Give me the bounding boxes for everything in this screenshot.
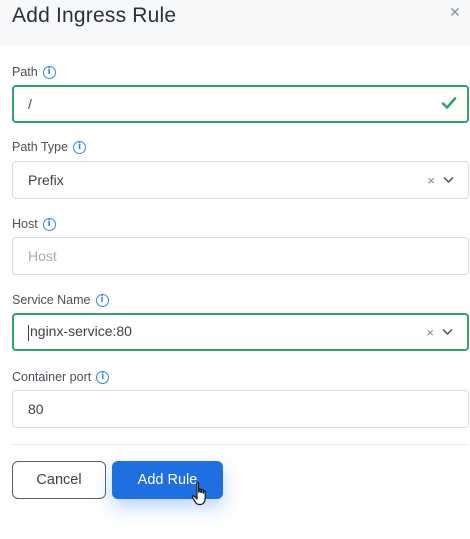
- info-icon[interactable]: i: [96, 370, 110, 384]
- path-type-value: Prefix: [28, 172, 64, 188]
- select-controls: ×: [427, 162, 454, 198]
- host-label-text: Host: [12, 217, 38, 231]
- service-name-value: nginx-service:80: [28, 323, 467, 341]
- close-icon[interactable]: ✕: [448, 5, 462, 19]
- hand-pointer-icon: [191, 481, 206, 506]
- service-name-select[interactable]: nginx-service:80 ×: [12, 313, 469, 351]
- chevron-down-icon[interactable]: [442, 328, 453, 336]
- container-port-value: 80: [28, 401, 44, 417]
- container-port-input[interactable]: 80: [12, 390, 469, 428]
- clear-icon[interactable]: ×: [426, 326, 434, 339]
- footer-divider: [12, 444, 469, 445]
- service-name-label: Service Name i: [12, 292, 109, 308]
- path-type-label: Path Type i: [12, 139, 87, 155]
- dialog-header: Add Ingress Rule ✕: [0, 0, 470, 46]
- info-icon[interactable]: i: [42, 65, 56, 79]
- path-label-text: Path: [12, 65, 38, 79]
- cancel-button[interactable]: Cancel: [12, 461, 106, 499]
- path-input[interactable]: /: [12, 85, 469, 123]
- info-icon[interactable]: i: [73, 140, 87, 154]
- path-value: /: [28, 96, 32, 112]
- path-type-select[interactable]: Prefix ×: [12, 161, 469, 199]
- service-name-text: nginx-service:80: [30, 323, 132, 340]
- chevron-down-icon[interactable]: [443, 176, 454, 184]
- info-icon[interactable]: i: [42, 217, 56, 231]
- host-placeholder: Host: [28, 248, 57, 264]
- service-name-label-text: Service Name: [12, 293, 91, 307]
- host-label: Host i: [12, 216, 56, 232]
- container-port-label: Container port i: [12, 369, 110, 385]
- path-type-label-text: Path Type: [12, 140, 69, 154]
- text-caret: [28, 324, 29, 341]
- path-label: Path i: [12, 64, 56, 80]
- container-port-label-text: Container port: [12, 370, 92, 384]
- host-input[interactable]: Host: [12, 237, 469, 275]
- select-controls: ×: [426, 315, 453, 349]
- info-icon[interactable]: i: [95, 293, 109, 307]
- dialog-title: Add Ingress Rule: [12, 4, 177, 27]
- clear-icon[interactable]: ×: [427, 174, 435, 187]
- check-icon: [441, 97, 457, 109]
